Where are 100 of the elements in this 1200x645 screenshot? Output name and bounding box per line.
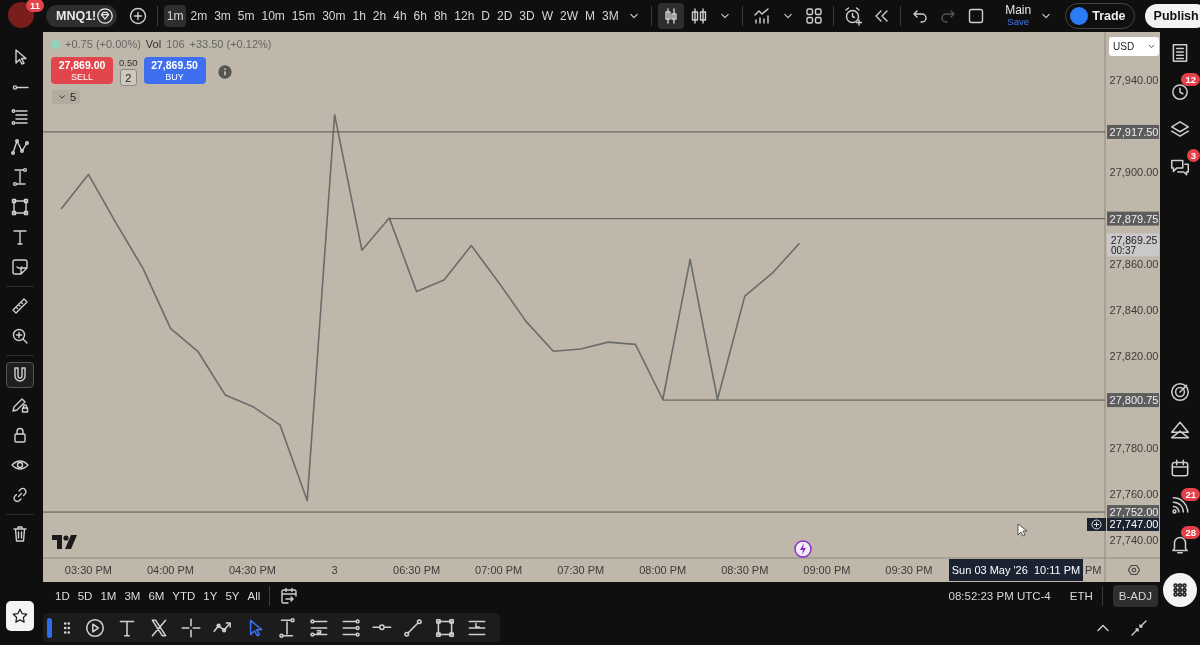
grid-icon [804, 6, 825, 26]
interval-button[interactable]: 30m [319, 5, 348, 27]
text-icon [10, 227, 30, 247]
indicators-toggle[interactable]: 5 [52, 90, 81, 104]
alarm-plus-icon [843, 6, 864, 26]
time-tick: 07:00 PM [475, 564, 523, 576]
interval-button[interactable]: 2W [557, 5, 581, 27]
time-tick: 08:30 PM [721, 564, 769, 576]
range-button[interactable]: 3M [121, 587, 144, 605]
zigzag-icon [10, 137, 30, 157]
interval-button[interactable]: 6h [411, 5, 430, 27]
parallel-lines-icon [340, 616, 362, 639]
peaks-icon[interactable] [1169, 419, 1191, 441]
interval-button[interactable]: 5m [235, 5, 257, 27]
quantity-field[interactable]: 2 [119, 69, 137, 86]
chart-type-button[interactable] [658, 3, 685, 29]
price-label: 27,800.75 [1107, 393, 1159, 408]
interval-button[interactable]: 12h [451, 5, 477, 27]
time-tick: 04:00 PM [146, 564, 194, 576]
logo-icon [52, 535, 78, 549]
interval-button[interactable]: 1m [164, 5, 186, 27]
interval-button[interactable]: 3D [516, 5, 538, 27]
symbol-search[interactable]: MNQ1! [46, 5, 118, 27]
time-tick: 07:30 PM [557, 564, 605, 576]
price-tick: 27,900.00 [1109, 166, 1159, 179]
plus-circle-icon [128, 6, 149, 26]
price-tick: 27,760.00 [1109, 487, 1159, 500]
spread-value: 0.50 [119, 57, 138, 68]
drag-handle[interactable] [47, 617, 52, 638]
layout-name[interactable]: Main [1005, 4, 1032, 16]
crosshair-time-label: Sun 03 May '26 10:11 PM [949, 559, 1083, 581]
link-icon [10, 485, 30, 505]
range-button[interactable]: 5D [74, 587, 96, 605]
count-badge: 28 [1181, 526, 1200, 539]
range-button[interactable]: 1D [52, 587, 73, 605]
interval-button[interactable]: 2h [370, 5, 389, 27]
rectangle-icon [10, 197, 30, 217]
tool-button[interactable] [6, 362, 34, 388]
last-price-background [1107, 233, 1159, 257]
interval-button[interactable]: 4h [390, 5, 410, 27]
price-range-icon [308, 616, 330, 639]
apps-button[interactable] [1163, 573, 1197, 607]
interval-button[interactable]: M [582, 5, 598, 27]
sticker-icon [10, 257, 30, 277]
interval-button[interactable]: D [478, 5, 493, 27]
range-button[interactable]: 1Y [200, 587, 221, 605]
interval-button[interactable]: 8h [431, 5, 450, 27]
line-segment-icon [401, 616, 424, 639]
price-change: +0.75 (+0.00%) [65, 38, 141, 50]
calendar-icon[interactable] [1169, 457, 1191, 479]
range-button[interactable]: 5Y [222, 587, 243, 605]
sell-button[interactable]: 27,869.00 SELL [51, 57, 113, 84]
interval-button[interactable]: 2D [494, 5, 515, 27]
info-icon[interactable] [217, 65, 232, 79]
volume-value: 106 [166, 38, 185, 50]
layers-icon[interactable] [1169, 118, 1191, 140]
interval-button[interactable]: 2m [187, 5, 210, 27]
range-button[interactable]: 1M [97, 587, 120, 605]
interval-button[interactable]: 10m [258, 5, 288, 27]
interval-button[interactable]: 3M [599, 5, 622, 27]
horizontal-line-icon [372, 624, 392, 631]
line-dot-icon [11, 84, 29, 90]
clock-time: 08:52:23 PM UTC-4 [948, 590, 1051, 602]
interval-button[interactable]: 3m [211, 5, 234, 27]
zoom-in-icon [10, 326, 30, 346]
measure-icon [276, 616, 298, 639]
interval-button[interactable]: 15m [289, 5, 318, 27]
price-label: 27,917.50 [1107, 124, 1159, 139]
crosshair-price-label: 27,747.00 [1107, 518, 1159, 531]
publish-button[interactable]: Publish [1144, 4, 1200, 28]
lightning-icon[interactable] [794, 540, 812, 558]
range-button[interactable]: 6M [145, 587, 168, 605]
time-tick: 04:30 PM [228, 564, 277, 576]
time-tick: 08:00 PM [639, 564, 687, 576]
mouse-pointer-icon [1017, 523, 1027, 537]
count-badge: 3 [1186, 149, 1200, 162]
add-button[interactable] [1087, 518, 1106, 531]
bar-countdown: 00:37 [1111, 245, 1137, 257]
last-price-label: 27,869.25 [1110, 234, 1158, 247]
interval-button[interactable]: 1h [350, 5, 369, 27]
session-button[interactable]: ETH [1066, 587, 1096, 605]
time-tick: 06:30 PM [393, 564, 441, 576]
settings-icon[interactable] [1127, 564, 1141, 576]
price-label: 27,879.75 [1107, 211, 1159, 226]
adjustment-button[interactable]: B-ADJ [1112, 585, 1158, 607]
interval-button[interactable]: W [539, 5, 556, 27]
currency-dropdown[interactable]: USD [1109, 37, 1159, 56]
price-tick: 27,940.00 [1109, 74, 1159, 87]
price-tick: 27,860.00 [1109, 258, 1159, 270]
price-tick: 27,820.00 [1109, 349, 1159, 362]
stacked-lines-icon [10, 107, 30, 127]
favorites-button[interactable] [6, 601, 34, 631]
count-badge: 11 [25, 0, 44, 12]
drawing-tool-button[interactable] [370, 622, 394, 633]
target-icon[interactable] [1169, 381, 1191, 403]
range-button[interactable]: All [244, 587, 264, 605]
range-button[interactable]: YTD [169, 587, 199, 605]
calendar-go-icon [279, 586, 300, 606]
buy-button[interactable]: 27,869.50 BUY [143, 57, 206, 84]
save-link[interactable]: Save [1007, 16, 1029, 28]
